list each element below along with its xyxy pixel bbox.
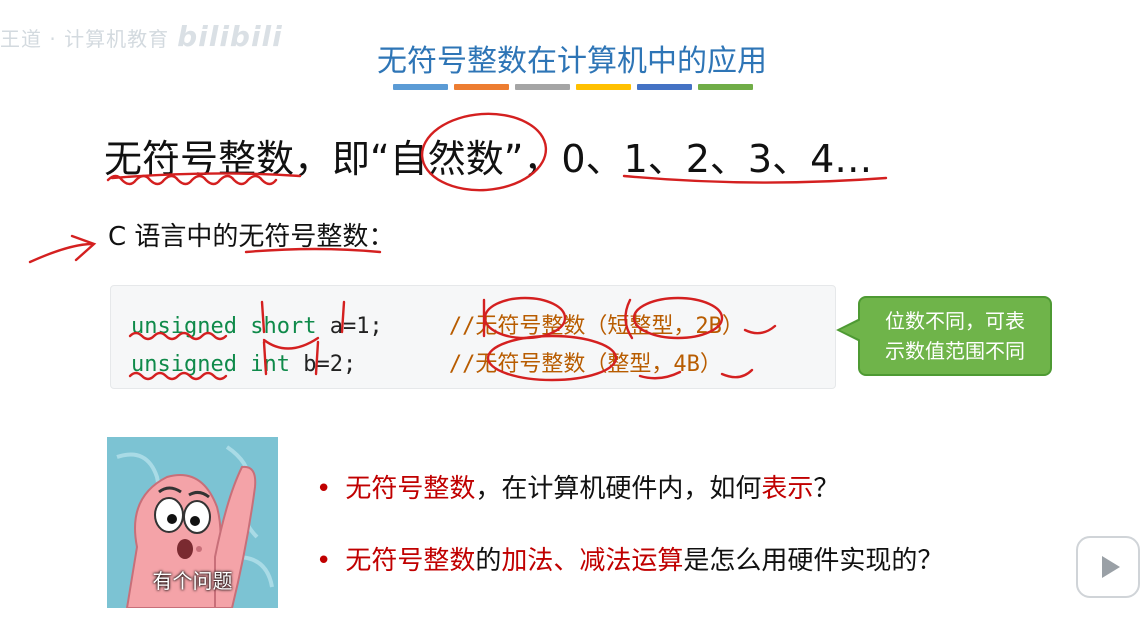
title-bar-6 xyxy=(698,84,753,90)
headline-numbers: 0、1、2、3、4… xyxy=(561,137,873,181)
headline: 无符号整数，即“自然数”，0、1、2、3、4… xyxy=(104,128,872,183)
play-icon xyxy=(1102,556,1120,578)
bullet-2-end: 是怎么用硬件实现的？ xyxy=(683,546,944,576)
code-block: unsigned short a=1; //无符号整数（短整型，2B） unsi… xyxy=(110,285,836,389)
code-comment: //无符号整数（整型，4B） xyxy=(448,352,722,377)
bullet-2-term: 无符号整数 xyxy=(345,546,476,576)
code-keyword: unsigned xyxy=(131,352,237,377)
bullet-2: • 无符号整数的加法、减法运算是怎么用硬件实现的？ xyxy=(316,540,943,577)
code-statement: b=2; xyxy=(289,352,357,377)
bullet-1-end: ？ xyxy=(813,474,840,504)
subhead-term: 无符号整数 xyxy=(238,222,369,252)
code-keyword: unsigned xyxy=(131,314,237,339)
code-statement: a=1; xyxy=(316,314,383,339)
code-line-1: unsigned short a=1; //无符号整数（短整型，2B） xyxy=(131,308,744,340)
bullet-1-emphasis: 表示 xyxy=(761,474,814,504)
video-play-button[interactable] xyxy=(1076,536,1140,598)
headline-circled: 自然数 xyxy=(389,137,504,181)
code-type: int xyxy=(250,352,290,377)
bullet-dot-icon: • xyxy=(316,546,332,576)
title-color-bars xyxy=(393,84,753,90)
callout-bubble: 位数不同，可表 示数值范围不同 xyxy=(836,296,1052,376)
bullet-2-text: 的 xyxy=(475,546,502,576)
subheading: C 语言中的无符号整数： xyxy=(108,216,394,253)
meme-image: 有个问题 xyxy=(107,437,278,608)
title-bar-3 xyxy=(515,84,570,90)
code-comment: //无符号整数（短整型，2B） xyxy=(448,314,744,339)
headline-part2: ”， xyxy=(503,137,562,181)
bullet-dot-icon: • xyxy=(316,474,332,504)
subhead-suffix: ： xyxy=(368,222,395,252)
subhead-prefix: C 语言中的 xyxy=(108,222,239,252)
title-bar-5 xyxy=(637,84,692,90)
title-bar-4 xyxy=(576,84,631,90)
title-bar-1 xyxy=(393,84,448,90)
code-line-2: unsigned int b=2; //无符号整数（整型，4B） xyxy=(131,346,722,378)
title-bar-2 xyxy=(454,84,509,90)
bullet-1: • 无符号整数，在计算机硬件内，如何表示？ xyxy=(316,468,839,505)
bullet-1-text: ，在计算机硬件内，如何 xyxy=(475,474,762,504)
callout-line-2: 示数值范围不同 xyxy=(885,339,1025,363)
meme-caption: 有个问题 xyxy=(152,569,233,593)
slide-title: 无符号整数在计算机中的应用 xyxy=(377,44,767,79)
bullet-1-term: 无符号整数 xyxy=(345,474,476,504)
headline-part1: 无符号整数，即“ xyxy=(104,137,390,181)
callout-line-1: 位数不同，可表 xyxy=(885,309,1025,333)
bullet-2-emphasis: 加法、减法运算 xyxy=(501,546,684,576)
code-type: short xyxy=(250,314,317,339)
